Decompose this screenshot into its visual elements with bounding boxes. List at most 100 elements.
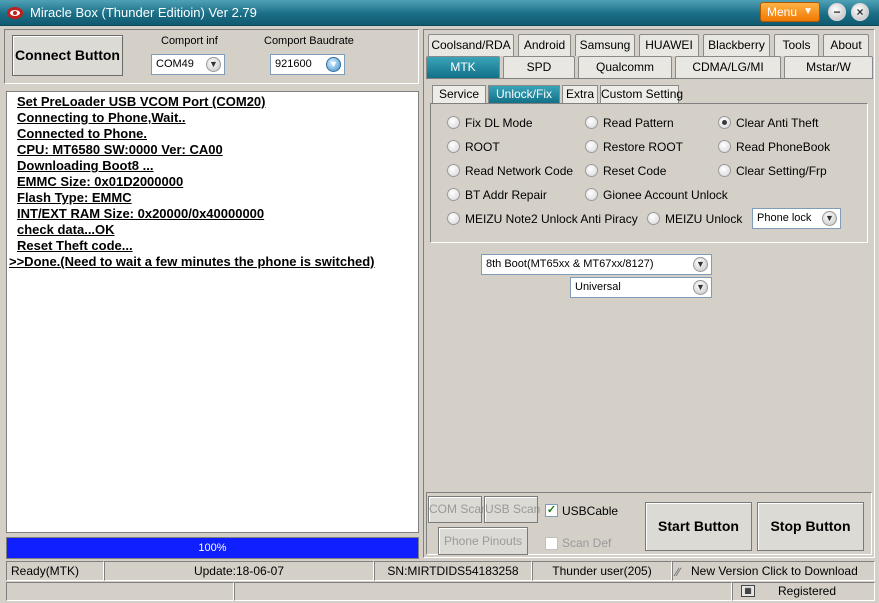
tab-huawei[interactable]: HUAWEI bbox=[639, 34, 699, 56]
dropdown-arrow-icon: ▼ bbox=[693, 280, 708, 295]
title-bar: Miracle Box (Thunder Editioin) Ver 2.79 … bbox=[0, 0, 879, 26]
log-line: >>Done.(Need to wait a few minutes the p… bbox=[9, 254, 375, 269]
gionee-account-unlock-label: Gionee Account Unlock bbox=[603, 188, 728, 202]
chevron-down-icon: ▼ bbox=[803, 6, 813, 17]
log-line: check data...OK bbox=[17, 222, 115, 237]
status-serial: SN:MIRTDIDS54183258 bbox=[374, 561, 532, 581]
tab-spd[interactable]: SPD bbox=[503, 56, 575, 78]
tab-about[interactable]: About bbox=[823, 34, 869, 56]
status-update: Update:18-06-07 bbox=[104, 561, 374, 581]
minimize-button[interactable]: − bbox=[828, 3, 846, 21]
status-registered: ▦ Registered bbox=[732, 582, 875, 601]
model-select[interactable]: Universal ▼ bbox=[570, 277, 712, 298]
log-line: Set PreLoader USB VCOM Port (COM20) bbox=[17, 94, 266, 109]
model-value: Universal bbox=[575, 281, 621, 293]
log-line: Flash Type: EMMC bbox=[17, 190, 132, 205]
new-version-label: New Version Click to Download bbox=[691, 564, 858, 578]
clear-setting-frp-label: Clear Setting/Frp bbox=[736, 164, 827, 178]
tab-coolsand-rda[interactable]: Coolsand/RDA bbox=[428, 34, 514, 56]
log-line: Downloading Boot8 ... bbox=[17, 158, 154, 173]
usb-cable-checkbox[interactable]: ✓ bbox=[545, 504, 558, 517]
status-user: Thunder user(205) bbox=[532, 561, 672, 581]
radio-root[interactable] bbox=[447, 140, 460, 153]
keyboard-icon: ▦ bbox=[741, 585, 755, 597]
app-logo-icon bbox=[7, 7, 23, 19]
scan-def-label: Scan Def bbox=[562, 536, 612, 550]
tab-samsung[interactable]: Samsung bbox=[575, 34, 635, 56]
baudrate-value: 921600 bbox=[275, 58, 312, 70]
read-pattern-label: Read Pattern bbox=[603, 116, 674, 130]
radio-meizu-unlock[interactable] bbox=[647, 212, 660, 225]
status-empty-1 bbox=[6, 582, 234, 601]
registered-label: Registered bbox=[778, 584, 837, 598]
meizu-unlock-label: MEIZU Unlock bbox=[665, 212, 743, 226]
tab-divider bbox=[426, 78, 873, 79]
tab-mstar-w[interactable]: Mstar/W bbox=[784, 56, 873, 78]
radio-clear-anti-theft[interactable] bbox=[718, 116, 731, 129]
baudrate-label: Comport Baudrate bbox=[264, 35, 354, 47]
usb-scan-button[interactable]: USB Scan bbox=[484, 496, 540, 523]
dropdown-arrow-icon: ▼ bbox=[822, 211, 837, 226]
dropdown-arrow-icon: ▼ bbox=[693, 257, 708, 272]
baudrate-select[interactable]: 921600 ▼ bbox=[270, 54, 345, 75]
phone-pinouts-button[interactable]: Phone Pinouts bbox=[438, 527, 528, 555]
meizu-note2-label: MEIZU Note2 Unlock Anti Piracy bbox=[465, 212, 638, 226]
bt-addr-repair-label: BT Addr Repair bbox=[465, 188, 547, 202]
subtab-service[interactable]: Service bbox=[432, 85, 486, 103]
log-line: Connecting to Phone,Wait.. bbox=[17, 110, 186, 125]
restore-root-label: Restore ROOT bbox=[603, 140, 684, 154]
new-version-link[interactable]: ∕∕ New Version Click to Download bbox=[672, 561, 875, 581]
menu-button[interactable]: Menu ▼ bbox=[760, 2, 820, 22]
radio-bt-addr-repair[interactable] bbox=[447, 188, 460, 201]
tab-blackberry[interactable]: Blackberry bbox=[703, 34, 770, 56]
log-line: Connected to Phone. bbox=[17, 126, 147, 141]
dropdown-arrow-icon: ▼ bbox=[206, 57, 221, 72]
comport-label: Comport inf bbox=[161, 35, 218, 47]
reset-code-label: Reset Code bbox=[603, 164, 667, 178]
log-output[interactable]: Set PreLoader USB VCOM Port (COM20) Conn… bbox=[6, 91, 419, 533]
radio-read-network-code[interactable] bbox=[447, 164, 460, 177]
subtab-custom-setting[interactable]: Custom Setting bbox=[600, 85, 683, 103]
tab-cdma-lg-mi[interactable]: CDMA/LG/MI bbox=[675, 56, 781, 78]
close-button[interactable]: × bbox=[851, 3, 869, 21]
log-line: INT/EXT RAM Size: 0x20000/0x40000000 bbox=[17, 206, 265, 221]
log-line: EMMC Size: 0x01D2000000 bbox=[17, 174, 184, 189]
root-label: ROOT bbox=[465, 140, 500, 154]
status-mode: Ready(MTK) bbox=[6, 561, 104, 581]
comport-select[interactable]: COM49 ▼ bbox=[151, 54, 225, 75]
radio-read-pattern[interactable] bbox=[585, 116, 598, 129]
progress-bar: 100% bbox=[6, 537, 419, 559]
radio-read-phonebook[interactable] bbox=[718, 140, 731, 153]
tab-tools[interactable]: Tools bbox=[774, 34, 819, 56]
start-button[interactable]: Start Button bbox=[645, 502, 752, 551]
radio-gionee-account-unlock[interactable] bbox=[585, 188, 598, 201]
resize-grip-icon: ∕∕ bbox=[676, 565, 681, 579]
log-line: Reset Theft code... bbox=[17, 238, 133, 253]
phone-lock-value: Phone lock bbox=[757, 212, 812, 224]
phone-lock-select[interactable]: Phone lock ▼ bbox=[752, 208, 841, 229]
radio-fix-dl-mode[interactable] bbox=[447, 116, 460, 129]
com-scan-button[interactable]: COM Scan bbox=[428, 496, 488, 523]
tab-android[interactable]: Android bbox=[518, 34, 571, 56]
log-line: CPU: MT6580 SW:0000 Ver: CA00 bbox=[17, 142, 223, 157]
menu-label: Menu bbox=[767, 5, 798, 19]
subtab-unlock-fix[interactable]: Unlock/Fix bbox=[488, 85, 560, 103]
radio-meizu-note2[interactable] bbox=[447, 212, 460, 225]
tab-mtk[interactable]: MTK bbox=[426, 56, 500, 78]
radio-reset-code[interactable] bbox=[585, 164, 598, 177]
scan-def-checkbox[interactable] bbox=[545, 537, 558, 550]
clear-anti-theft-label: Clear Anti Theft bbox=[736, 116, 819, 130]
read-phonebook-label: Read PhoneBook bbox=[736, 140, 831, 154]
radio-clear-setting-frp[interactable] bbox=[718, 164, 731, 177]
subtab-extra[interactable]: Extra bbox=[562, 85, 598, 103]
connect-button[interactable]: Connect Button bbox=[12, 35, 123, 76]
boot-select[interactable]: 8th Boot(MT65xx & MT67xx/8127) ▼ bbox=[481, 254, 712, 275]
tab-qualcomm[interactable]: Qualcomm bbox=[578, 56, 672, 78]
stop-button[interactable]: Stop Button bbox=[757, 502, 864, 551]
fix-dl-mode-label: Fix DL Mode bbox=[465, 116, 533, 130]
radio-restore-root[interactable] bbox=[585, 140, 598, 153]
status-empty-2 bbox=[234, 582, 732, 601]
comport-value: COM49 bbox=[156, 58, 194, 70]
dropdown-arrow-icon: ▼ bbox=[326, 57, 341, 72]
window-title: Miracle Box (Thunder Editioin) Ver 2.79 bbox=[30, 5, 257, 20]
